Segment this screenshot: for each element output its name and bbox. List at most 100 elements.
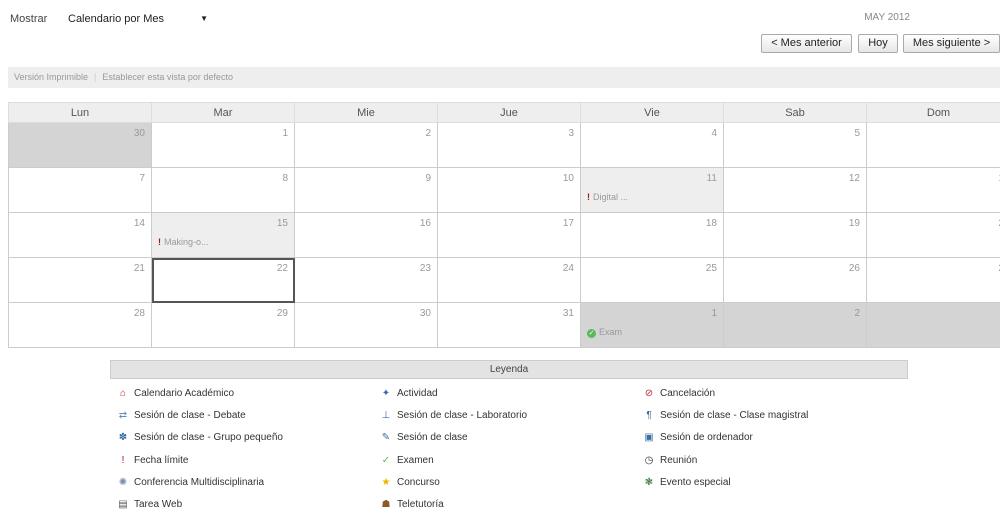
day-number: 26 — [848, 263, 860, 274]
day-cell[interactable]: 23 — [294, 257, 438, 303]
view-select[interactable]: Calendario por Mes ▼ — [63, 8, 215, 28]
day-cell[interactable]: 7 — [8, 167, 152, 213]
day-header: Vie — [580, 102, 724, 123]
day-cell[interactable]: 8 — [151, 167, 295, 213]
today-button[interactable]: Hoy — [858, 34, 898, 53]
lecture-icon: ¶ — [646, 410, 652, 421]
debate-icon: ⇄ — [118, 410, 128, 421]
day-cell[interactable]: 30 — [8, 122, 152, 168]
day-cell[interactable]: 14 — [8, 212, 152, 258]
day-number: 1 — [282, 128, 288, 139]
day-cell[interactable]: 2 — [866, 257, 1000, 303]
day-number: 25 — [705, 263, 717, 274]
calendar-event[interactable]: ! Digital ... — [587, 192, 628, 202]
legend-item: ▤ Tarea Web — [117, 499, 182, 510]
legend-item: ! Fecha límite — [117, 455, 189, 466]
day-number: 15 — [276, 218, 288, 229]
set-default-view-link[interactable]: Establecer esta vista por defecto — [96, 72, 239, 82]
prev-month-button[interactable]: < Mes anterior — [761, 34, 852, 53]
day-cell[interactable]: 16 — [294, 212, 438, 258]
legend-label: Sesión de clase - Debate — [134, 410, 246, 421]
day-cell[interactable]: 3 — [437, 122, 581, 168]
lab-icon: ⊥ — [381, 410, 391, 421]
legend-label: Sesión de clase - Grupo pequeño — [134, 432, 283, 443]
event-title: Exam — [599, 327, 623, 337]
day-number: 16 — [419, 218, 431, 229]
day-number: 2 — [854, 308, 860, 319]
legend-item: ☗ Teletutoría — [380, 499, 444, 510]
day-cell[interactable]: 1 ✓ Exam — [580, 302, 724, 348]
legend-label: Concurso — [397, 477, 440, 488]
day-cell[interactable]: 28 — [8, 302, 152, 348]
print-version-link[interactable]: Versión Imprimible — [8, 72, 94, 82]
week-row: 30 1 2 3 4 5 — [8, 122, 1000, 168]
day-cell[interactable]: 24 — [437, 257, 581, 303]
day-cell[interactable]: 11 ! Digital ... — [580, 167, 724, 213]
legend-item: ★ Concurso — [380, 477, 440, 488]
day-cell[interactable]: 31 — [437, 302, 581, 348]
day-number: 2 — [425, 128, 431, 139]
web-task-icon: ▤ — [118, 499, 128, 510]
day-cell[interactable]: 5 — [723, 122, 867, 168]
exam-icon: ✓ — [587, 329, 596, 338]
day-cell[interactable]: 17 — [437, 212, 581, 258]
day-number: 11 — [706, 173, 717, 184]
deadline-icon: ! — [587, 192, 590, 202]
day-cell[interactable]: 10 — [437, 167, 581, 213]
day-number: 7 — [139, 173, 145, 184]
month-calendar: Lun Mar Mie Jue Vie Sab Dom 30 1 2 3 4 5 7 8 9 10 11! Dig… — [8, 102, 1000, 348]
day-cell[interactable] — [866, 122, 1000, 168]
day-cell[interactable]: 1 — [151, 122, 295, 168]
legend-item: ▣ Sesión de ordenador — [643, 432, 753, 443]
legend-item: ◷ Reunión — [643, 455, 698, 466]
legend-label: Cancelación — [660, 388, 716, 399]
day-cell[interactable]: 15 ! Making-o... — [151, 212, 295, 258]
special-event-icon: ❃ — [644, 477, 654, 488]
day-number: 17 — [562, 218, 574, 229]
day-cell[interactable]: 30 — [294, 302, 438, 348]
week-row: 14 15 !Making-o... 16 17 18192 — [8, 212, 1000, 258]
day-cell[interactable]: 1 — [866, 167, 1000, 213]
chevron-down-icon: ▼ — [200, 14, 208, 23]
next-month-button[interactable]: Mes siguiente > — [903, 34, 1000, 53]
day-number: 22 — [276, 263, 288, 274]
calendar-event[interactable]: ! Making-o... — [158, 237, 209, 247]
legend-label: Sesión de clase — [397, 432, 468, 443]
small-group-icon: ✽ — [118, 432, 128, 443]
class-session-icon: ✎ — [381, 432, 391, 443]
day-cell[interactable]: 22 — [151, 257, 295, 303]
day-cell[interactable]: 9 — [294, 167, 438, 213]
legend-item: ⊥ Sesión de clase - Laboratorio — [380, 410, 527, 421]
day-cell[interactable]: 2 — [294, 122, 438, 168]
day-cell[interactable]: 29 — [151, 302, 295, 348]
legend-label: Tarea Web — [134, 499, 183, 510]
calendar-event[interactable]: ✓ Exam — [587, 327, 622, 338]
day-number: 1 — [711, 308, 717, 319]
deadline-icon: ! — [121, 455, 125, 466]
meeting-icon: ◷ — [644, 455, 654, 466]
day-cell[interactable]: 19 — [723, 212, 867, 258]
day-cell[interactable]: 18 — [580, 212, 724, 258]
day-cell[interactable] — [866, 302, 1000, 348]
legend-item: ⇄ Sesión de clase - Debate — [117, 410, 246, 421]
legend-item: ✺ Conferencia Multidisciplinaria — [117, 477, 264, 488]
day-header: Dom — [866, 102, 1000, 123]
day-number: 2 — [867, 258, 1000, 274]
day-number: 1 — [867, 168, 1000, 184]
teletutoring-icon: ☗ — [381, 499, 391, 510]
day-cell[interactable]: 12 — [723, 167, 867, 213]
day-cell[interactable]: 2 — [866, 212, 1000, 258]
legend-title: Leyenda — [110, 360, 908, 379]
computer-icon: ▣ — [644, 432, 654, 443]
legend-label: Fecha límite — [134, 455, 189, 466]
week-row: 21 22 23 24 25 26 2 — [8, 257, 1000, 303]
day-cell[interactable]: 2 — [723, 302, 867, 348]
legend-item: ⊘ Cancelación — [643, 388, 715, 399]
day-cell[interactable]: 21 — [8, 257, 152, 303]
day-cell[interactable]: 4 — [580, 122, 724, 168]
day-cell[interactable]: 25 — [580, 257, 724, 303]
legend-item: ✎ Sesión de clase — [380, 432, 468, 443]
legend-label: Actividad — [397, 388, 438, 399]
day-cell[interactable]: 26 — [723, 257, 867, 303]
legend-item: ⌂ Calendario Académico — [117, 388, 234, 399]
